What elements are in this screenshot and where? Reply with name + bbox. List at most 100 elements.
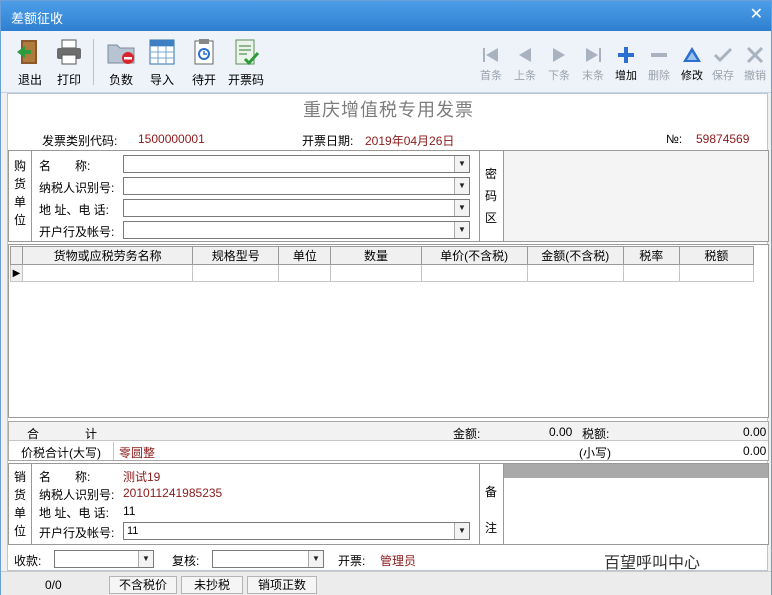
buyer-address-field[interactable]: ▼ <box>123 199 470 217</box>
capital-total-label: 价税合计(大写) <box>21 446 101 460</box>
next-record-button[interactable]: 下条 <box>542 45 576 83</box>
divider <box>479 151 480 241</box>
status-tab[interactable]: 销项正数 <box>247 576 317 594</box>
column-header[interactable]: 规格型号 <box>192 246 280 265</box>
column-header[interactable]: 金额(不含税) <box>526 246 624 265</box>
buyer-address-label: 地 址、电 话: <box>39 203 110 217</box>
table-cell[interactable] <box>278 264 332 282</box>
chevron-down-icon[interactable]: ▼ <box>454 156 469 172</box>
edit-button[interactable]: 修改 <box>675 45 709 83</box>
seller-side-char: 位 <box>13 524 26 538</box>
column-header[interactable]: 税额 <box>678 246 755 265</box>
buyer-taxid-label: 纳税人识别号: <box>39 181 115 195</box>
column-header[interactable]: 税率 <box>622 246 680 265</box>
seller-side-char: 单 <box>13 506 26 520</box>
record-counter: 0/0 <box>45 578 62 592</box>
total-label-ji: 计 <box>85 427 98 441</box>
drawer-label: 开票: <box>338 554 366 568</box>
buyer-side-char: 位 <box>13 213 26 227</box>
prev-record-label: 上条 <box>514 70 536 82</box>
printer-icon <box>57 39 81 65</box>
buyer-name-field[interactable]: ▼ <box>123 155 470 173</box>
save-label: 保存 <box>712 70 734 82</box>
capital-total-value: 零圆整 <box>119 446 156 460</box>
table-cell[interactable] <box>420 264 528 282</box>
row-marker: ▶ <box>9 264 24 282</box>
seller-bank-value: 11 <box>127 525 139 537</box>
table-cell[interactable] <box>526 264 624 282</box>
seller-bank-label: 开户行及帐号: <box>39 526 115 540</box>
column-header[interactable]: 单价(不含税) <box>420 246 528 265</box>
items-grid[interactable]: 货物或应税劳务名称 规格型号 单位 数量 单价(不含税) 金额(不含税) 税率 … <box>8 244 769 418</box>
next-record-label: 下条 <box>548 70 570 82</box>
seller-name-label: 名 称: <box>39 470 91 484</box>
buyer-bank-label: 开户行及帐号: <box>39 225 115 239</box>
first-record-icon <box>483 48 498 62</box>
exit-door-icon <box>17 40 37 64</box>
invoice-panel: 重庆增值税专用发票 发票类别代码: 1500000001 开票日期: 2019年… <box>7 93 769 572</box>
drawer-value: 管理员 <box>380 554 417 568</box>
seller-address-label: 地 址、电 话: <box>39 506 110 520</box>
table-cell[interactable] <box>330 264 422 282</box>
toolbar-separator <box>93 39 94 85</box>
invoice-code-button[interactable]: 开票码 <box>221 37 271 88</box>
column-header[interactable]: 数量 <box>330 246 422 265</box>
add-label: 增加 <box>615 70 637 82</box>
seller-name-value: 测试19 <box>123 470 161 484</box>
capital-row: 价税合计(大写) 零圆整 (小写) 0.00 <box>9 442 768 460</box>
delete-label: 删除 <box>648 70 670 82</box>
column-header[interactable]: 货物或应税劳务名称 <box>22 246 194 265</box>
tax-value: 0.00 <box>743 425 767 439</box>
undo-button[interactable]: 撤销 <box>738 45 772 83</box>
small-total-label: (小写) <box>579 446 611 460</box>
table-cell[interactable] <box>22 264 194 282</box>
chevron-down-icon[interactable]: ▼ <box>308 551 323 567</box>
table-cell[interactable] <box>678 264 755 282</box>
seller-side-char: 销 <box>13 470 26 484</box>
watermark-text: 百望呼叫中心 <box>604 555 701 572</box>
first-record-label: 首条 <box>480 70 502 82</box>
divider <box>31 464 32 544</box>
delete-button[interactable]: 删除 <box>642 45 676 83</box>
divider <box>113 442 114 460</box>
delete-minus-icon <box>651 53 667 57</box>
status-tab[interactable]: 未抄税 <box>181 576 243 594</box>
small-total-value: 0.00 <box>743 444 767 458</box>
buyer-bank-field[interactable]: ▼ <box>123 221 470 239</box>
save-button[interactable]: 保存 <box>706 45 740 83</box>
chevron-down-icon[interactable]: ▼ <box>454 222 469 238</box>
seller-bank-field[interactable]: 11 ▼ <box>123 522 470 540</box>
type-code-label: 发票类别代码: <box>42 134 118 148</box>
date-value: 2019年04月26日 <box>365 134 455 148</box>
buyer-side-char: 单 <box>13 195 26 209</box>
first-record-button[interactable]: 首条 <box>474 45 508 83</box>
buyer-taxid-field[interactable]: ▼ <box>123 177 470 195</box>
seller-side-label: 销 货 单 位 <box>10 468 30 540</box>
last-record-button[interactable]: 末条 <box>576 45 610 83</box>
chevron-down-icon[interactable]: ▼ <box>138 551 153 567</box>
table-cell[interactable] <box>192 264 280 282</box>
seller-taxid-label: 纳税人识别号: <box>39 488 115 502</box>
prev-record-button[interactable]: 上条 <box>508 45 542 83</box>
add-button[interactable]: 增加 <box>609 45 643 83</box>
invoice-title: 重庆增值税专用发票 <box>303 100 474 120</box>
tax-label: 税额: <box>582 427 610 441</box>
close-icon[interactable]: ✕ <box>750 4 763 24</box>
undo-x-icon <box>746 46 764 64</box>
chevron-down-icon[interactable]: ▼ <box>454 200 469 216</box>
items-table: 货物或应税劳务名称 规格型号 单位 数量 单价(不含税) 金额(不含税) 税率 … <box>9 246 755 282</box>
payee-field[interactable]: ▼ <box>54 550 154 568</box>
cipher-char: 码 <box>484 189 497 203</box>
chevron-down-icon[interactable]: ▼ <box>454 523 469 539</box>
edit-triangle-icon <box>683 47 701 62</box>
status-tab[interactable]: 不含税价 <box>109 576 177 594</box>
reviewer-field[interactable]: ▼ <box>212 550 324 568</box>
table-row[interactable]: ▶ <box>9 264 755 282</box>
negative-folder-icon <box>107 44 135 64</box>
table-cell[interactable] <box>622 264 680 282</box>
print-button[interactable]: 打印 <box>44 37 94 88</box>
chevron-down-icon[interactable]: ▼ <box>454 178 469 194</box>
cipher-char: 密 <box>484 167 497 181</box>
column-header[interactable]: 单位 <box>278 246 332 265</box>
remark-textarea[interactable] <box>504 478 768 544</box>
